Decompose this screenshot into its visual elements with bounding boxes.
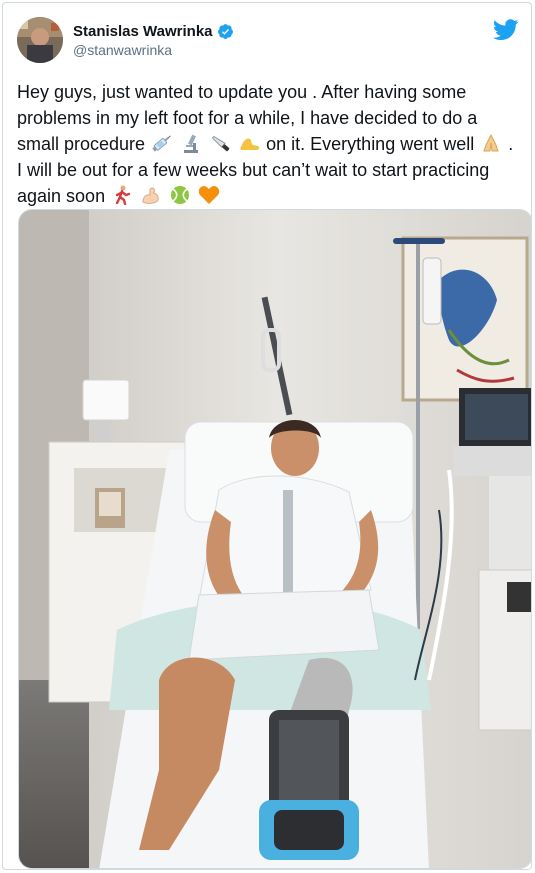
tweet-header: Stanislas Wawrinka @stanwawrinka	[17, 15, 521, 63]
display-name[interactable]: Stanislas Wawrinka	[73, 22, 213, 41]
verified-badge-icon	[217, 24, 233, 39]
running-person-icon	[115, 185, 131, 205]
hospital-photo-illustration	[19, 210, 531, 868]
tennis-ball-icon	[171, 186, 190, 204]
tweet-card: Stanislas Wawrinka @stanwawrinka Hey guy…	[2, 2, 532, 870]
tweet-photo[interactable]	[18, 209, 531, 869]
microscope-icon	[184, 134, 199, 153]
syringe-icon	[152, 135, 171, 152]
avatar[interactable]	[17, 17, 63, 63]
tweet-text-part2: on it. Everything went well	[266, 134, 475, 154]
tweet-text: Hey guys, just wanted to update you . Af…	[17, 79, 522, 209]
orange-heart-icon	[198, 186, 220, 204]
twitter-bird-icon[interactable]	[493, 19, 519, 41]
foot-icon	[240, 138, 260, 150]
knife-icon	[211, 135, 230, 152]
flexed-biceps-icon	[142, 187, 159, 204]
user-handle[interactable]: @stanwawrinka	[73, 41, 234, 60]
folded-hands-icon	[483, 133, 499, 152]
